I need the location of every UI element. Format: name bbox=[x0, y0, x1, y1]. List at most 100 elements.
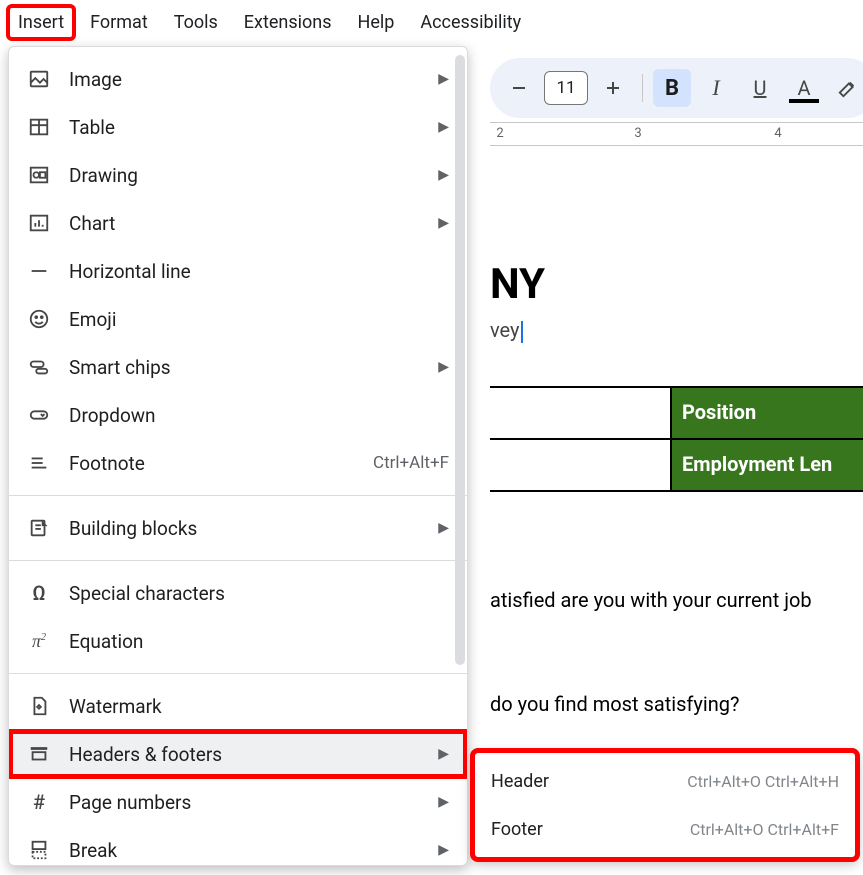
submenu-header[interactable]: Header Ctrl+Alt+O Ctrl+Alt+H bbox=[473, 757, 857, 805]
text-color-button[interactable]: A bbox=[785, 69, 823, 107]
special-characters-icon: Ω bbox=[27, 581, 51, 605]
menu-separator bbox=[9, 495, 467, 496]
menu-extensions[interactable]: Extensions bbox=[234, 6, 342, 39]
font-size-increase[interactable] bbox=[594, 69, 632, 107]
table-cell-empty[interactable] bbox=[490, 388, 670, 440]
headers-footers-icon bbox=[27, 742, 51, 766]
table-row: Employment Len bbox=[490, 440, 863, 492]
submenu-footer[interactable]: Footer Ctrl+Alt+O Ctrl+Alt+F bbox=[473, 805, 857, 853]
table-icon bbox=[27, 115, 51, 139]
menu-label: Building blocks bbox=[69, 517, 412, 540]
submenu-arrow-icon: ▶ bbox=[438, 842, 449, 858]
insert-image[interactable]: Image ▶ bbox=[9, 55, 467, 103]
menu-insert[interactable]: Insert bbox=[8, 6, 74, 39]
menu-label: Dropdown bbox=[69, 404, 449, 427]
doc-title-fragment: NY bbox=[490, 260, 545, 309]
emoji-icon bbox=[27, 307, 51, 331]
table-header-employment-length[interactable]: Employment Len bbox=[670, 440, 863, 492]
menu-label: Image bbox=[69, 68, 412, 91]
insert-equation[interactable]: π2 Equation bbox=[9, 617, 467, 665]
insert-menu-dropdown: Image ▶ Table ▶ Drawing ▶ Chart ▶ Horizo… bbox=[8, 46, 468, 866]
horizontal-line-icon bbox=[27, 259, 51, 283]
submenu-arrow-icon: ▶ bbox=[438, 119, 449, 135]
image-icon bbox=[27, 67, 51, 91]
footnote-icon bbox=[27, 451, 51, 475]
menu-label: Watermark bbox=[69, 695, 449, 718]
insert-special-characters[interactable]: Ω Special characters bbox=[9, 569, 467, 617]
doc-subtitle-fragment: vey bbox=[490, 318, 523, 343]
insert-footnote[interactable]: Footnote Ctrl+Alt+F bbox=[9, 439, 467, 487]
chart-icon bbox=[27, 211, 51, 235]
menu-format[interactable]: Format bbox=[80, 6, 158, 39]
table-row: Position bbox=[490, 388, 863, 440]
submenu-arrow-icon: ▶ bbox=[438, 215, 449, 231]
doc-question-1-fragment: atisfied are you with your current job bbox=[490, 588, 812, 612]
text-cursor bbox=[521, 321, 523, 343]
smart-chips-icon bbox=[27, 355, 51, 379]
menu-separator bbox=[9, 560, 467, 561]
menu-label: Break bbox=[69, 839, 412, 862]
insert-drawing[interactable]: Drawing ▶ bbox=[9, 151, 467, 199]
dropdown-icon bbox=[27, 403, 51, 427]
table-header-position[interactable]: Position bbox=[670, 388, 863, 440]
highlight-button[interactable] bbox=[829, 69, 863, 107]
menu-shortcut: Ctrl+Alt+F bbox=[373, 453, 449, 473]
submenu-shortcut: Ctrl+Alt+O Ctrl+Alt+H bbox=[687, 772, 839, 791]
submenu-label: Header bbox=[491, 771, 571, 792]
menu-label: Special characters bbox=[69, 582, 449, 605]
font-size-input[interactable]: 11 bbox=[544, 71, 588, 105]
insert-emoji[interactable]: Emoji bbox=[9, 295, 467, 343]
bold-button[interactable]: B bbox=[653, 69, 691, 107]
insert-page-numbers[interactable]: # Page numbers ▶ bbox=[9, 778, 467, 826]
headers-footers-submenu: Header Ctrl+Alt+O Ctrl+Alt+H Footer Ctrl… bbox=[472, 750, 858, 860]
drawing-icon bbox=[27, 163, 51, 187]
doc-question-2-fragment: do you find most satisfying? bbox=[490, 692, 739, 716]
submenu-label: Footer bbox=[491, 819, 571, 840]
ruler: 2 3 4 bbox=[490, 122, 863, 146]
menu-label: Emoji bbox=[69, 308, 449, 331]
menu-label: Drawing bbox=[69, 164, 412, 187]
insert-building-blocks[interactable]: Building blocks ▶ bbox=[9, 504, 467, 552]
menu-label: Equation bbox=[69, 630, 449, 653]
insert-break[interactable]: Break ▶ bbox=[9, 826, 467, 866]
menu-separator bbox=[9, 673, 467, 674]
italic-button[interactable]: I bbox=[697, 69, 735, 107]
menu-accessibility[interactable]: Accessibility bbox=[410, 6, 531, 39]
submenu-arrow-icon: ▶ bbox=[438, 71, 449, 87]
submenu-arrow-icon: ▶ bbox=[438, 359, 449, 375]
submenu-shortcut: Ctrl+Alt+O Ctrl+Alt+F bbox=[690, 820, 839, 839]
toolbar-separator bbox=[642, 74, 643, 102]
equation-icon: π2 bbox=[27, 629, 51, 653]
font-size-decrease[interactable] bbox=[500, 69, 538, 107]
menu-label: Page numbers bbox=[69, 791, 412, 814]
dropdown-scrollbar[interactable] bbox=[455, 55, 465, 665]
menu-label: Horizontal line bbox=[69, 260, 449, 283]
table-cell-empty[interactable] bbox=[490, 440, 670, 492]
insert-smart-chips[interactable]: Smart chips ▶ bbox=[9, 343, 467, 391]
menu-label: Smart chips bbox=[69, 356, 412, 379]
ruler-mark-2: 2 bbox=[496, 126, 503, 141]
toolbar: 11 B I U A bbox=[490, 58, 863, 118]
menu-label: Footnote bbox=[69, 452, 355, 475]
building-blocks-icon bbox=[27, 516, 51, 540]
page-numbers-icon: # bbox=[27, 790, 51, 814]
insert-table[interactable]: Table ▶ bbox=[9, 103, 467, 151]
menu-help[interactable]: Help bbox=[348, 6, 405, 39]
insert-chart[interactable]: Chart ▶ bbox=[9, 199, 467, 247]
menu-label: Chart bbox=[69, 212, 412, 235]
insert-horizontal-line[interactable]: Horizontal line bbox=[9, 247, 467, 295]
menu-tools[interactable]: Tools bbox=[164, 6, 228, 39]
ruler-mark-4: 4 bbox=[774, 126, 781, 141]
menubar: Insert Format Tools Extensions Help Acce… bbox=[0, 0, 863, 44]
underline-button[interactable]: U bbox=[741, 69, 779, 107]
doc-table: Position Employment Len bbox=[490, 386, 863, 492]
ruler-mark-3: 3 bbox=[634, 126, 641, 141]
submenu-arrow-icon: ▶ bbox=[438, 746, 449, 762]
menu-label: Headers & footers bbox=[69, 743, 412, 766]
insert-dropdown[interactable]: Dropdown bbox=[9, 391, 467, 439]
menu-label: Table bbox=[69, 116, 412, 139]
watermark-icon bbox=[27, 694, 51, 718]
submenu-arrow-icon: ▶ bbox=[438, 167, 449, 183]
insert-watermark[interactable]: Watermark bbox=[9, 682, 467, 730]
insert-headers-footers[interactable]: Headers & footers ▶ bbox=[9, 730, 467, 778]
